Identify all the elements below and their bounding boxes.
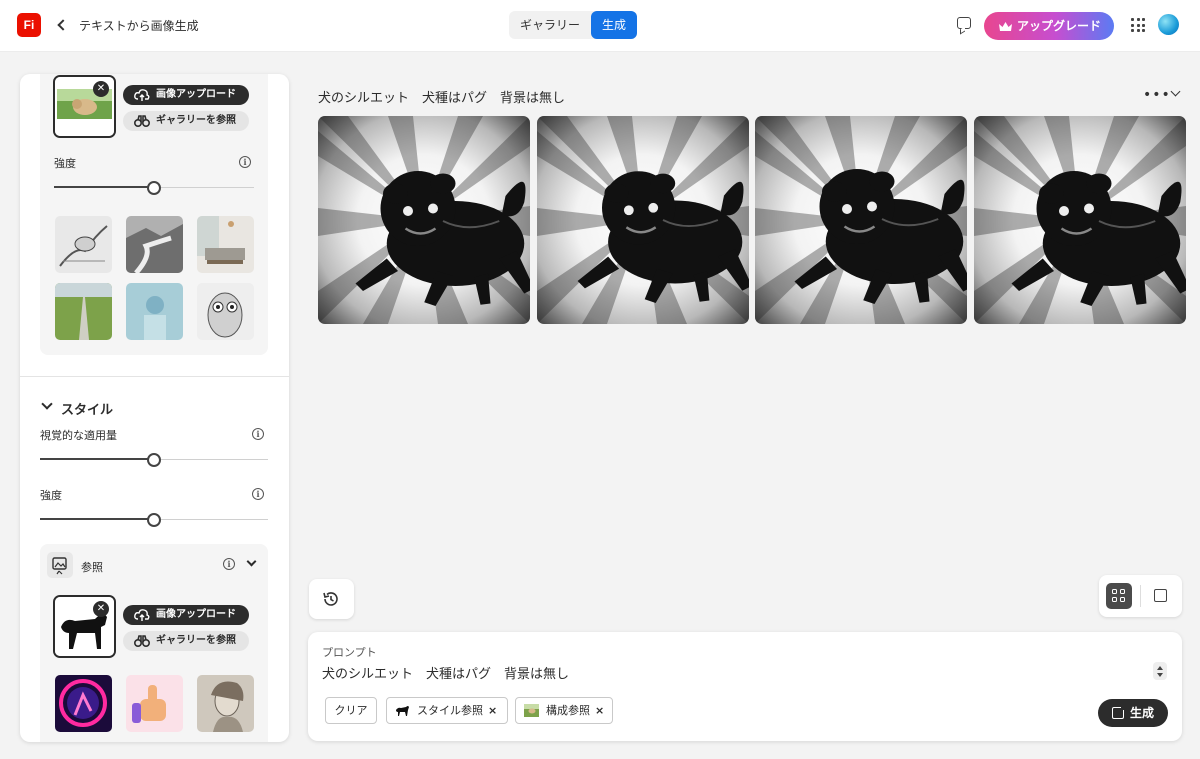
expand-chevron-icon[interactable] [1170, 86, 1181, 97]
binoculars-icon [134, 115, 150, 127]
single-view-icon[interactable] [1154, 589, 1167, 602]
grid-view-icon[interactable] [1106, 583, 1132, 609]
prompt-resize-stepper[interactable] [1153, 662, 1167, 680]
style-strength-knob[interactable] [147, 513, 161, 527]
results-prompt-title: 犬のシルエット 犬種はパグ 背景は無し [318, 91, 566, 106]
top-bar: Fi テキストから画像生成 ギャラリー 生成 アップグレード [0, 0, 1200, 52]
result-image-1[interactable] [318, 116, 530, 324]
visual-intensity-slider[interactable] [40, 453, 268, 467]
composition-gallery-button[interactable]: ギャラリーを参照 [123, 111, 249, 131]
composition-upload-button[interactable]: 画像アップロード [123, 85, 249, 105]
history-button[interactable] [309, 579, 354, 619]
tab-gallery[interactable]: ギャラリー [509, 11, 591, 39]
generate-icon [1112, 704, 1127, 719]
style-reference-label: 参照 [81, 561, 103, 574]
history-icon [323, 592, 338, 606]
binoculars-icon [134, 635, 150, 647]
settings-panel: ✕ 画像アップロード ギャラリーを参照 強度 i スタイル 視覚的な適用量 i [20, 74, 289, 742]
clear-button[interactable]: クリア [325, 697, 377, 724]
style-gallery-label: ギャラリーを参照 [156, 635, 236, 646]
preset-bird-sketch[interactable] [55, 216, 112, 273]
preset-road-field[interactable] [55, 283, 112, 340]
visual-intensity-knob[interactable] [147, 453, 161, 467]
visual-intensity-info-icon[interactable]: i [252, 428, 264, 440]
apps-grid-icon[interactable] [1131, 18, 1145, 32]
upgrade-label: アップグレード [1017, 19, 1102, 33]
composition-upload-label: 画像アップロード [156, 89, 236, 100]
style-collapse-chevron-icon[interactable] [41, 398, 53, 410]
back-chevron-icon[interactable] [55, 15, 69, 35]
preset-living-room[interactable] [197, 216, 254, 273]
cloud-upload-icon [134, 89, 150, 101]
panel-divider [20, 376, 289, 377]
prompt-label: プロンプト [322, 646, 377, 659]
dog-silhouette-chip-icon [396, 706, 409, 716]
style-strength-slider[interactable] [40, 513, 268, 527]
style-upload-label: 画像アップロード [156, 609, 236, 620]
remove-style-chip-icon[interactable]: × [488, 704, 497, 717]
style-strength-label: 強度 [40, 489, 62, 502]
landscape-chip-icon [524, 704, 539, 717]
view-toggle [1099, 575, 1182, 617]
visual-intensity-label: 視覚的な適用量 [40, 429, 117, 442]
result-image-3[interactable] [755, 116, 967, 324]
composition-reference-chip-label: 構成参照 [546, 704, 590, 717]
composition-strength-knob[interactable] [147, 181, 161, 195]
preset-neon-dancer[interactable] [55, 675, 112, 732]
remove-composition-image-icon[interactable]: ✕ [93, 81, 109, 97]
style-reference-chip[interactable]: スタイル参照 × [386, 697, 508, 724]
cloud-upload-icon [134, 609, 150, 621]
composition-strength-slider[interactable] [54, 181, 254, 195]
app-logo[interactable]: Fi [17, 13, 41, 37]
style-upload-button[interactable]: 画像アップロード [123, 605, 249, 625]
composition-reference-chip[interactable]: 構成参照 × [515, 697, 613, 724]
preset-thumbs-up-3d[interactable] [126, 675, 183, 732]
feedback-icon[interactable] [957, 17, 971, 29]
composition-strength-label: 強度 [54, 157, 76, 170]
view-mode-switch: ギャラリー 生成 [509, 11, 638, 39]
remove-composition-chip-icon[interactable]: × [595, 704, 604, 717]
result-image-2[interactable] [537, 116, 749, 324]
tab-generate[interactable]: 生成 [591, 11, 638, 39]
upgrade-button[interactable]: アップグレード [984, 12, 1114, 40]
prompt-input[interactable]: 犬のシルエット 犬種はパグ 背景は無し [322, 663, 569, 682]
reference-image-icon [47, 552, 73, 578]
preset-owl-sketch[interactable] [197, 283, 254, 340]
style-reference-info-icon[interactable]: i [223, 558, 235, 570]
avatar[interactable] [1158, 14, 1179, 35]
view-toggle-divider [1140, 585, 1141, 607]
generate-button[interactable]: 生成 [1098, 699, 1168, 727]
style-gallery-button[interactable]: ギャラリーを参照 [123, 631, 249, 651]
remove-style-image-icon[interactable]: ✕ [93, 601, 109, 617]
page-title: テキストから画像生成 [79, 19, 199, 33]
composition-gallery-label: ギャラリーを参照 [156, 115, 236, 126]
preset-classical-portrait[interactable] [197, 675, 254, 732]
more-options-icon[interactable]: ••• [1143, 88, 1171, 102]
prompt-panel: プロンプト 犬のシルエット 犬種はパグ 背景は無し クリア スタイル参照 × 構成… [308, 632, 1182, 741]
result-image-4[interactable] [974, 116, 1186, 324]
generate-label: 生成 [1130, 706, 1155, 720]
preset-sphere-pedestal[interactable] [126, 283, 183, 340]
style-reference-chip-label: スタイル参照 [417, 704, 483, 717]
style-section-title[interactable]: スタイル [61, 399, 113, 418]
preset-river-landscape[interactable] [126, 216, 183, 273]
style-strength-info-icon[interactable]: i [252, 488, 264, 500]
crown-icon [999, 22, 1012, 31]
composition-strength-info-icon[interactable]: i [239, 156, 251, 168]
